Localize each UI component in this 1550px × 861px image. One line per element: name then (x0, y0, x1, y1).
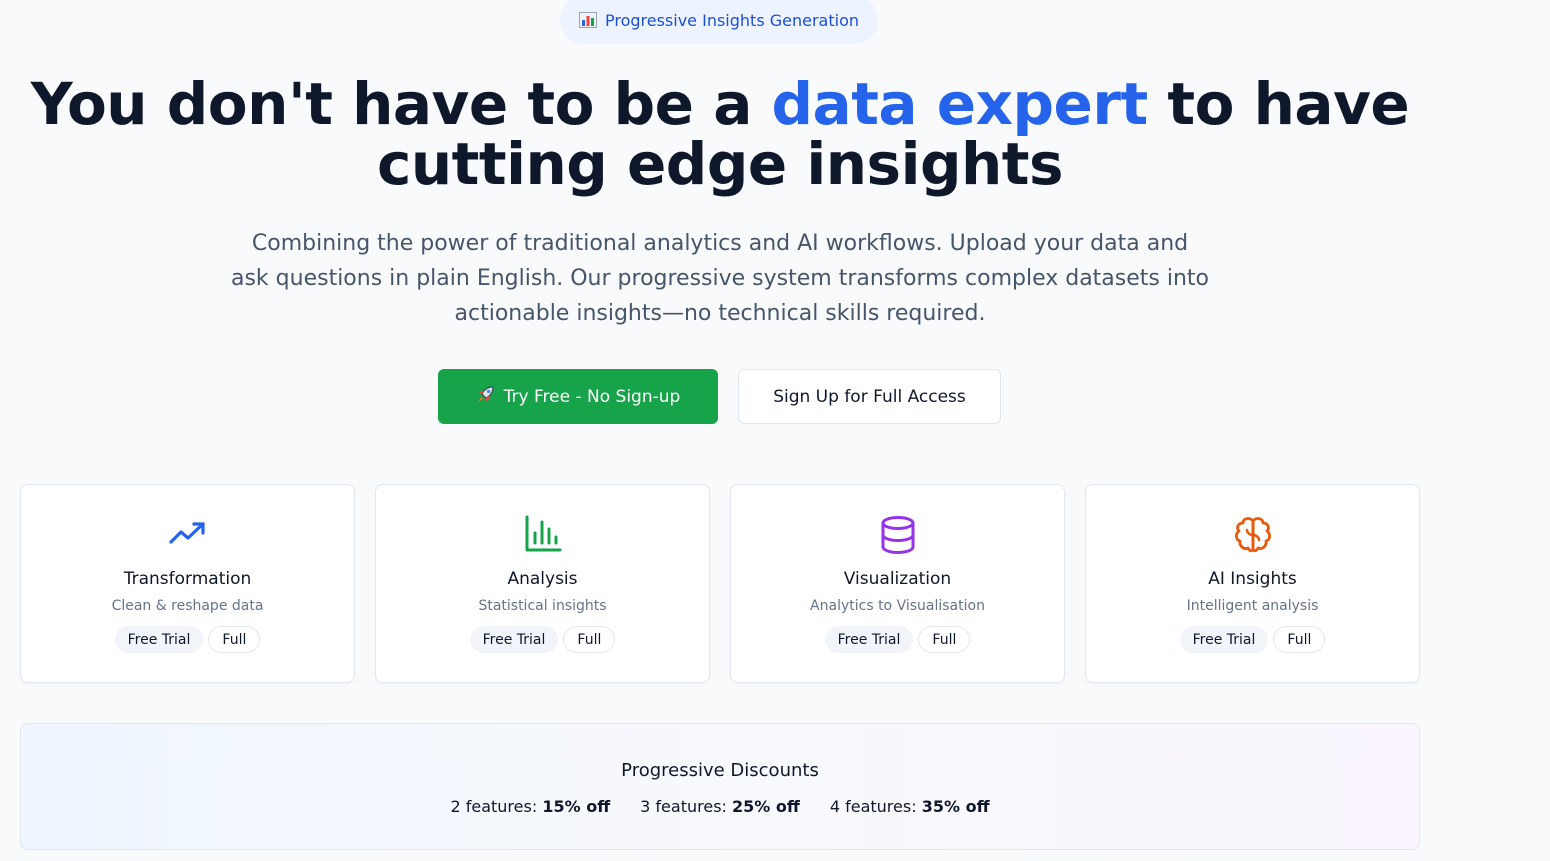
free-trial-tag: Free Trial (824, 626, 914, 653)
tier-label: 3 features: (640, 797, 727, 816)
tier-label: 2 features: (450, 797, 538, 816)
feature-description: Clean & reshape data (111, 598, 264, 614)
tier-value: 25% off (732, 797, 800, 816)
tier-label: 4 features: (829, 797, 917, 816)
trending-up-icon (168, 515, 208, 553)
discounts-title: Progressive Discounts (621, 760, 819, 781)
badge-label: Progressive Insights Generation (604, 10, 859, 30)
brain-icon (1233, 515, 1273, 553)
free-trial-tag: Free Trial (114, 626, 204, 653)
try-free-button[interactable]: Try Free - No Sign-up (438, 369, 718, 424)
progressive-discounts-panel: Progressive Discounts 2 features: 15% of… (20, 723, 1420, 850)
feature-title: Visualization (843, 569, 952, 589)
discount-tier: 3 features: 25% off (640, 797, 800, 816)
bar-chart-icon (524, 515, 562, 553)
feature-card-ai-insights: AI Insights Intelligent analysis Free Tr… (1085, 484, 1420, 683)
full-tag: Full (563, 626, 616, 653)
full-tag: Full (1273, 626, 1326, 653)
bar-chart-emoji-icon (578, 12, 597, 28)
discount-tier: 2 features: 15% off (450, 797, 610, 816)
database-icon (879, 515, 917, 555)
tier-value: 15% off (542, 797, 611, 816)
feature-card-analysis: Analysis Statistical insights Free Trial… (375, 484, 710, 683)
tier-value: 35% off (921, 797, 990, 816)
feature-description: Analytics to Visualisation (810, 598, 985, 614)
full-tag: Full (208, 626, 261, 653)
try-free-label: Try Free - No Sign-up (503, 386, 681, 407)
title-prefix: You don't have to be a (30, 70, 772, 138)
discount-tier: 4 features: 35% off (830, 797, 990, 816)
hero-badge: Progressive Insights Generation (560, 0, 878, 44)
sign-up-label: Sign Up for Full Access (773, 386, 966, 407)
sign-up-button[interactable]: Sign Up for Full Access (738, 369, 1001, 424)
title-accent: data expert (771, 70, 1149, 138)
full-tag: Full (918, 626, 971, 653)
page-title: You don't have to be a data expert to ha… (0, 74, 1440, 194)
hero-subtitle: Combining the power of traditional analy… (230, 231, 1210, 326)
feature-title: Transformation (123, 569, 252, 589)
free-trial-tag: Free Trial (1179, 626, 1269, 653)
free-trial-tag: Free Trial (469, 626, 559, 653)
feature-title: AI Insights (1208, 569, 1297, 589)
discount-tiers: 2 features: 15% off 3 features: 25% off … (21, 797, 1419, 816)
feature-title: Analysis (507, 569, 578, 589)
rocket-icon (476, 384, 496, 409)
feature-card-visualization: Visualization Analytics to Visualisation… (730, 484, 1065, 683)
feature-card-transformation: Transformation Clean & reshape data Free… (20, 484, 355, 683)
feature-description: Statistical insights (478, 598, 607, 614)
feature-description: Intelligent analysis (1186, 598, 1319, 614)
